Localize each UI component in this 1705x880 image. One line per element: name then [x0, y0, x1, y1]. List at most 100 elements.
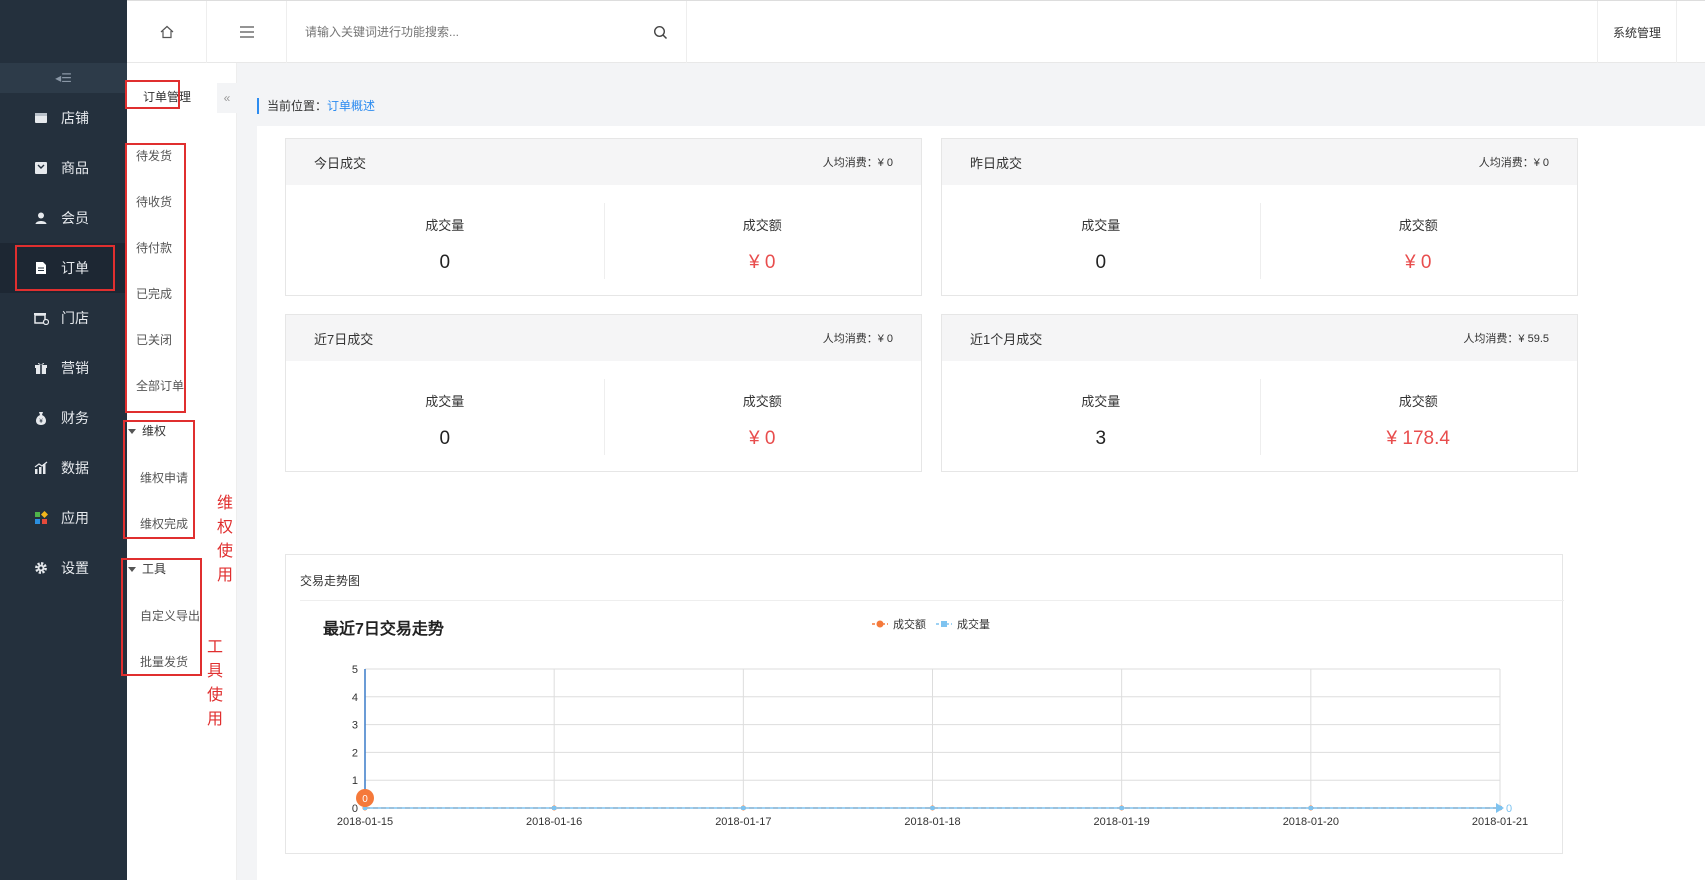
- stat-card-title: 今日成交: [314, 155, 367, 171]
- x-tick-label: 2018-01-18: [904, 816, 960, 828]
- sidebar-item-label: 应用: [61, 510, 89, 526]
- sidebar-item-label: 营销: [61, 360, 89, 376]
- x-tick-label: 2018-01-16: [526, 816, 582, 828]
- amount-label: 成交额: [742, 218, 782, 233]
- sidebar-item-1[interactable]: 商品: [0, 143, 127, 193]
- gift-icon: [33, 360, 49, 376]
- trend-chart-box: 交易走势图 最近7日交易走势 成交额 成交量 0 1 2 3 4 5 2018-01-15 2018…: [285, 554, 1564, 854]
- stat-card-header: 近1个月成交 人均消费：¥ 59.5: [942, 315, 1577, 361]
- sidebar-item-label: 会员: [61, 210, 89, 226]
- count-stat: 成交量 0: [942, 185, 1260, 295]
- money-bag-icon: ¥: [33, 410, 49, 426]
- sidebar-item-3[interactable]: 订单: [0, 243, 127, 293]
- count-stat: 成交量 3: [942, 361, 1260, 471]
- legend-marker: [876, 620, 884, 628]
- avg-spend: 人均消费：¥ 0: [1478, 157, 1549, 169]
- count-value: 0: [1095, 252, 1107, 273]
- highlight-box-rights: [123, 420, 195, 539]
- search-input[interactable]: [305, 25, 635, 39]
- home-button[interactable]: [127, 1, 207, 63]
- start-point-label: 0: [362, 794, 368, 805]
- x-tick-label: 2018-01-15: [337, 816, 393, 828]
- amount-stat: 成交额 ¥ 0: [604, 185, 922, 295]
- highlight-box-tools: [121, 558, 202, 676]
- count-label: 成交量: [425, 218, 465, 233]
- breadcrumb-current[interactable]: 订单概述: [327, 99, 375, 113]
- annotation-tools: 工具使用: [207, 639, 224, 728]
- count-stat: 成交量 0: [286, 361, 604, 471]
- y-tick-label: 0: [352, 803, 358, 815]
- search-icon[interactable]: [653, 25, 668, 40]
- bar-chart-icon: [33, 460, 49, 476]
- sidebar-item-label: 设置: [61, 560, 89, 576]
- sidebar-item-7[interactable]: 数据: [0, 443, 127, 493]
- store-icon: [33, 110, 49, 126]
- user-icon: [33, 210, 49, 226]
- stat-card-body: 成交量 0 成交额 ¥ 0: [286, 361, 921, 471]
- sidebar-item-label: 数据: [61, 460, 89, 476]
- x-tick-label: 2018-01-19: [1094, 816, 1150, 828]
- main-sidebar: ◂☰ 店铺商品会员订单门店营销 ¥ 财务数据应用设置: [0, 0, 127, 880]
- amount-value: ¥ 0: [749, 428, 776, 449]
- amount-label: 成交额: [1398, 218, 1438, 233]
- stat-card-title: 近1个月成交: [970, 331, 1043, 347]
- breadcrumb: 当前位置：订单概述: [257, 98, 375, 114]
- stat-card: 近1个月成交 人均消费：¥ 59.5 成交量 3 成交额 ¥ 178.4: [941, 314, 1578, 472]
- amount-label: 成交额: [1398, 394, 1438, 409]
- x-tick-label: 2018-01-17: [715, 816, 771, 828]
- stat-divider: [1260, 203, 1261, 279]
- sidebar-item-8[interactable]: 应用: [0, 493, 127, 543]
- amount-value: ¥ 0: [1405, 252, 1432, 273]
- sidebar-collapse-button[interactable]: ◂☰: [0, 63, 127, 93]
- y-tick-label: 3: [352, 720, 358, 732]
- stat-card-body: 成交量 0 成交额 ¥ 0: [942, 185, 1577, 295]
- y-tick-label: 5: [352, 664, 358, 676]
- sidebar-item-label: 门店: [61, 310, 89, 326]
- count-value: 0: [439, 428, 451, 449]
- hamburger-icon: [239, 26, 254, 38]
- sidebar-item-2[interactable]: 会员: [0, 193, 127, 243]
- stat-card-header: 今日成交 人均消费：¥ 0: [286, 139, 921, 185]
- trend-chart: 最近7日交易走势 成交额 成交量0123452018-01-15 2018-01-16…: [323, 617, 1528, 828]
- stat-card-title: 近7日成交: [314, 331, 374, 347]
- stat-card: 近7日成交 人均消费：¥ 0 成交量 0 成交额 ¥ 0: [285, 314, 922, 472]
- main-content: 当前位置：订单概述 今日成交 人均消费：¥ 0 成交量 0 成交额 ¥ 0 昨日成交 人均消费…: [237, 63, 1705, 880]
- gear-icon: [33, 560, 49, 576]
- end-point-label: 0: [1506, 803, 1512, 815]
- y-tick-label: 1: [352, 775, 358, 787]
- stat-card-body: 成交量 0 成交额 ¥ 0: [286, 185, 921, 295]
- stat-divider: [604, 203, 605, 279]
- apps-icon: [33, 510, 49, 526]
- sidebar-item-4[interactable]: 门店: [0, 293, 127, 343]
- stat-card-body: 成交量 3 成交额 ¥ 178.4: [942, 361, 1577, 471]
- count-value: 0: [439, 252, 451, 273]
- sidebar-item-6[interactable]: ¥ 财务: [0, 393, 127, 443]
- data-point: [552, 806, 557, 810]
- menu-toggle-button[interactable]: [207, 1, 287, 63]
- amount-label: 成交额: [742, 394, 782, 409]
- avg-spend: 人均消费：¥ 0: [822, 333, 893, 345]
- highlight-box-order: [15, 245, 115, 291]
- system-management-button[interactable]: 系统管理: [1597, 1, 1677, 63]
- amount-value: ¥ 0: [749, 252, 776, 273]
- shop-icon: [33, 310, 49, 326]
- sidebar-item-label: 店铺: [61, 110, 89, 126]
- amount-value: ¥ 178.4: [1386, 428, 1450, 449]
- data-point: [741, 806, 746, 810]
- stat-card-title: 昨日成交: [970, 155, 1023, 171]
- data-point: [1119, 806, 1124, 810]
- subnav-collapse-button[interactable]: «: [217, 83, 237, 113]
- sidebar-item-9[interactable]: 设置: [0, 543, 127, 593]
- annotation-rights: 维权使用: [217, 495, 234, 584]
- sidebar-logo-area: [0, 0, 127, 63]
- order-subnav: 订单管理 « 待发货 待收货 待付款 已完成 已关闭 全部订单 维权 维权申请 维权完成 …: [121, 63, 237, 880]
- avg-spend: 人均消费：¥ 0: [822, 157, 893, 169]
- sidebar-item-0[interactable]: 店铺: [0, 93, 127, 143]
- stat-card: 今日成交 人均消费：¥ 0 成交量 0 成交额 ¥ 0: [285, 138, 922, 296]
- chart-title: 最近7日交易走势: [323, 619, 444, 638]
- avg-spend: 人均消费：¥ 59.5: [1463, 333, 1549, 345]
- sidebar-item-5[interactable]: 营销: [0, 343, 127, 393]
- highlight-box-order-links: [125, 143, 186, 413]
- x-tick-label: 2018-01-21: [1472, 816, 1528, 828]
- legend-label: 成交量: [957, 617, 990, 631]
